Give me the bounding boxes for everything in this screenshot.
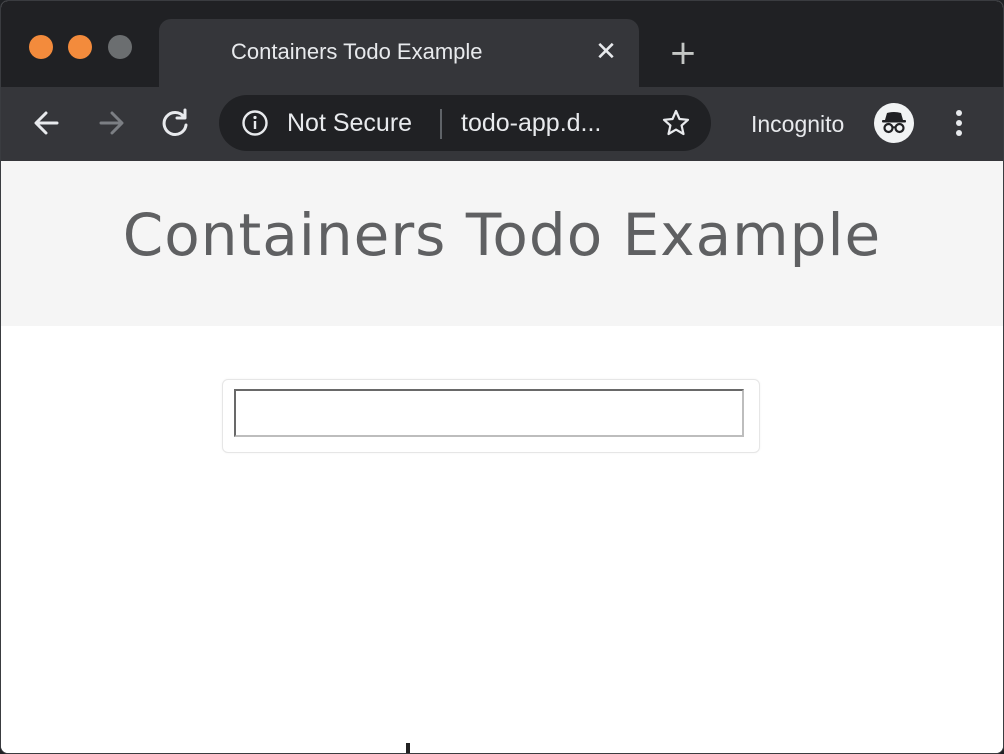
window-minimize-button[interactable] [68,35,92,59]
tab-title: Containers Todo Example [231,39,483,64]
url-text[interactable]: todo-app.d... [461,109,601,138]
omnibox-divider [440,109,442,139]
browser-toolbar: Not Secure todo-app.d... Incognito [1,87,1003,161]
resize-cursor [406,743,410,753]
browser-window: Containers Todo Example ✕ + Not Secure t… [0,0,1004,754]
profile-label[interactable]: Incognito [751,111,844,138]
window-maximize-button[interactable] [108,35,132,59]
plus-icon[interactable]: + [665,35,701,71]
vertical-dots-icon[interactable] [945,105,973,141]
page-title: Containers Todo Example [122,201,882,269]
tab-strip: Containers Todo Example ✕ + [1,1,1003,87]
close-icon[interactable]: ✕ [591,37,621,67]
todo-input[interactable] [234,389,744,437]
incognito-icon[interactable] [874,103,914,143]
security-label[interactable]: Not Secure [287,109,412,138]
page-viewport: Containers Todo Example [1,161,1003,753]
star-icon[interactable] [661,108,691,138]
arrow-right-icon[interactable] [93,105,129,141]
address-bar[interactable]: Not Secure todo-app.d... [219,95,711,151]
todo-input-card [222,379,760,453]
page-header: Containers Todo Example [1,161,1003,326]
reload-icon[interactable] [157,105,193,141]
arrow-left-icon[interactable] [29,105,65,141]
window-close-button[interactable] [29,35,53,59]
tab-active[interactable]: Containers Todo Example ✕ [159,19,639,87]
info-icon[interactable] [241,109,269,137]
